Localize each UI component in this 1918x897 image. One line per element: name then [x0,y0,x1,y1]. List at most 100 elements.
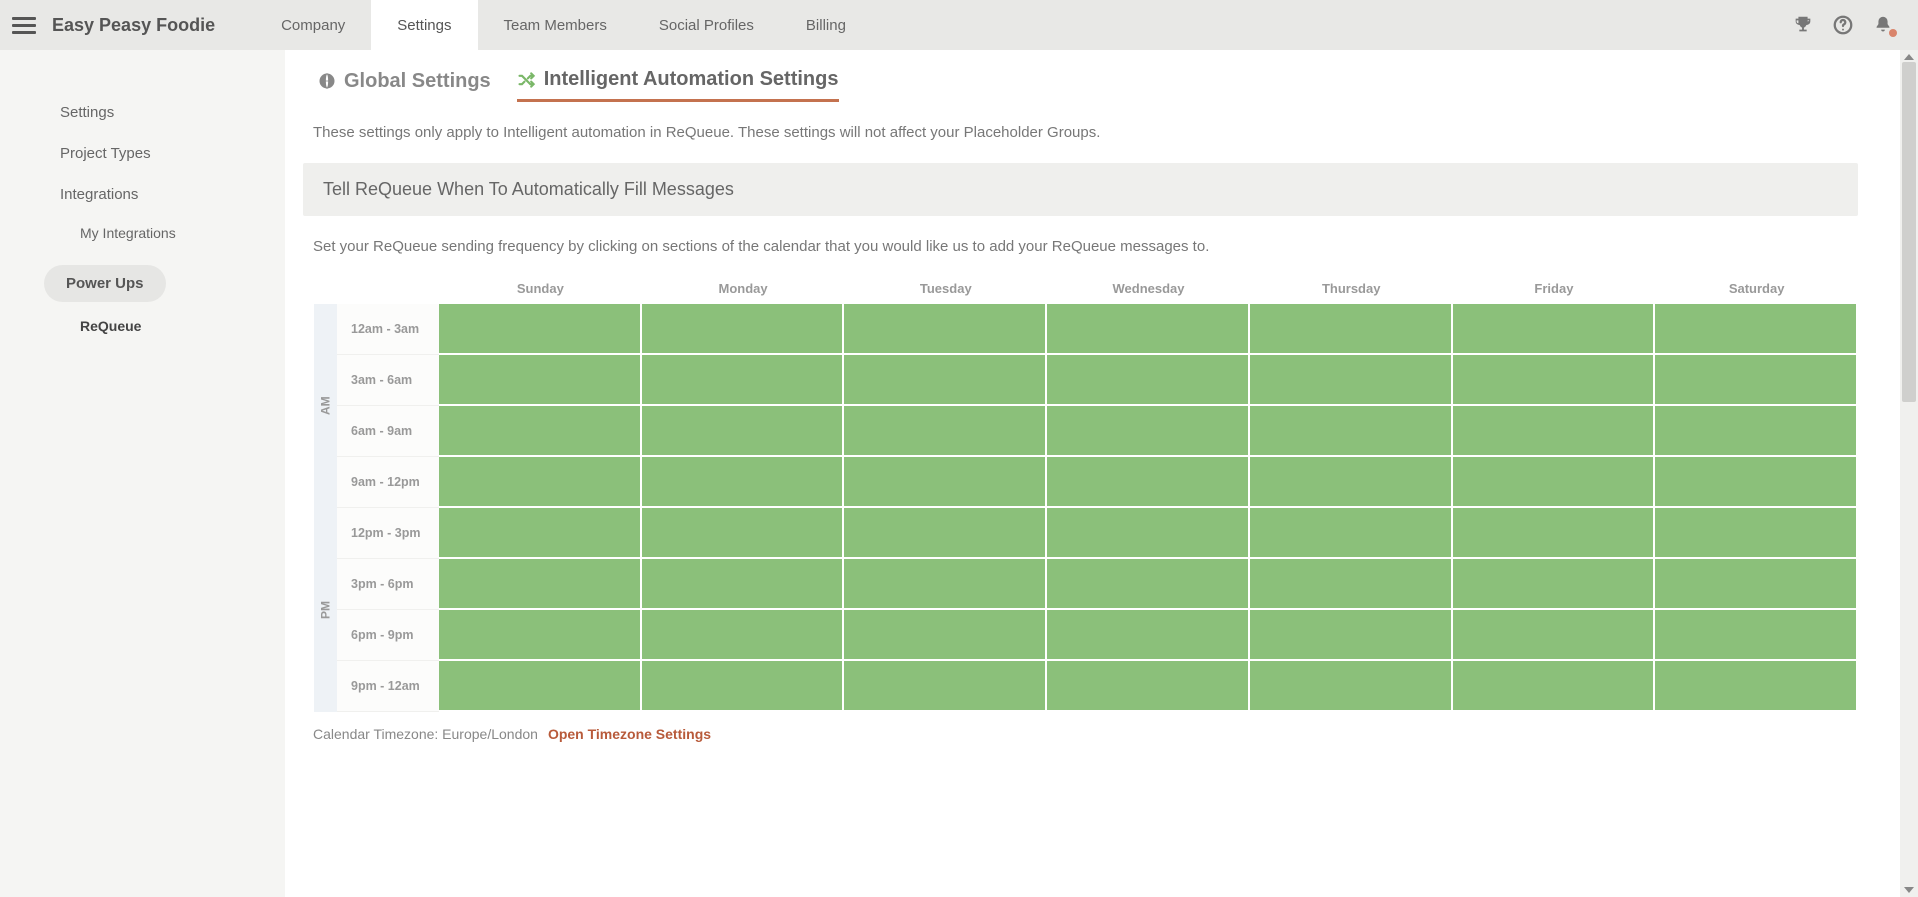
schedule-slot[interactable] [1655,406,1858,457]
schedule-slot[interactable] [1453,508,1656,559]
schedule-slot[interactable] [1047,355,1250,406]
trophy-icon[interactable] [1792,14,1814,36]
sidebar-item-project-types[interactable]: Project Types [0,133,285,174]
schedule-slot[interactable] [1250,457,1453,508]
schedule-slot[interactable] [642,661,845,712]
time-row-label: 3pm - 6pm [337,559,439,610]
schedule-slot[interactable] [439,304,642,355]
schedule-slot[interactable] [1453,457,1656,508]
globe-icon [317,71,337,91]
schedule-slot[interactable] [642,559,845,610]
nav-social-profiles[interactable]: Social Profiles [633,0,780,50]
schedule-slot[interactable] [1047,559,1250,610]
schedule-slot[interactable] [1453,661,1656,712]
schedule-slot[interactable] [642,304,845,355]
scroll-up-icon[interactable] [1904,54,1914,60]
schedule-slot[interactable] [1047,508,1250,559]
tab-global-settings[interactable]: Global Settings [317,68,491,102]
schedule-slot[interactable] [844,304,1047,355]
schedule-slot[interactable] [1250,406,1453,457]
schedule-slot[interactable] [1655,610,1858,661]
day-header: Sunday [439,281,642,296]
nav-billing[interactable]: Billing [780,0,872,50]
timezone-settings-link[interactable]: Open Timezone Settings [548,726,711,742]
schedule-slot[interactable] [844,457,1047,508]
schedule-slot[interactable] [1453,559,1656,610]
ampm-label: AM [313,304,337,508]
schedule-slot[interactable] [1250,304,1453,355]
schedule-slot[interactable] [1655,559,1858,610]
schedule-slot[interactable] [844,661,1047,712]
schedule-slot[interactable] [1250,559,1453,610]
time-row-label: 12pm - 3pm [337,508,439,559]
schedule-slot[interactable] [844,508,1047,559]
schedule-slot[interactable] [1047,304,1250,355]
sidebar-item-power-ups[interactable]: Power Ups [44,265,166,302]
top-nav: Company Settings Team Members Social Pro… [255,0,872,50]
schedule-slot[interactable] [1047,661,1250,712]
schedule-slot[interactable] [1047,406,1250,457]
section-subdescription: Set your ReQueue sending frequency by cl… [313,238,1858,255]
schedule-slot[interactable] [1453,610,1656,661]
schedule-slot[interactable] [1453,355,1656,406]
schedule-slot[interactable] [1655,304,1858,355]
schedule-slot[interactable] [1250,610,1453,661]
day-header: Saturday [1655,281,1858,296]
schedule-slot[interactable] [1047,610,1250,661]
schedule-slot[interactable] [439,610,642,661]
sidebar-item-settings[interactable]: Settings [0,92,285,133]
schedule-slot[interactable] [642,457,845,508]
schedule-slot[interactable] [1655,661,1858,712]
shuffle-icon [517,70,537,90]
hamburger-menu-icon[interactable] [12,13,36,37]
scroll-thumb[interactable] [1902,62,1916,402]
time-row-label: 12am - 3am [337,304,439,355]
ampm-label: PM [313,508,337,712]
schedule-slot[interactable] [439,457,642,508]
schedule-slot[interactable] [642,508,845,559]
tab-intelligent-label: Intelligent Automation Settings [544,68,839,91]
schedule-slot[interactable] [439,661,642,712]
sidebar-subitem-my-integrations[interactable]: My Integrations [0,215,285,251]
tab-intelligent-automation[interactable]: Intelligent Automation Settings [517,68,839,102]
schedule-slot[interactable] [1655,355,1858,406]
sidebar-subitem-requeue[interactable]: ReQueue [0,308,285,344]
schedule-slot[interactable] [1453,304,1656,355]
settings-tabs: Global Settings Intelligent Automation S… [317,68,1858,102]
nav-team-members[interactable]: Team Members [478,0,633,50]
schedule-slot[interactable] [439,508,642,559]
day-header: Friday [1453,281,1656,296]
schedule-slot[interactable] [844,355,1047,406]
schedule-slot[interactable] [844,406,1047,457]
schedule-slot[interactable] [439,355,642,406]
scroll-down-icon[interactable] [1904,887,1914,893]
schedule-slot[interactable] [1250,508,1453,559]
timezone-row: Calendar Timezone: Europe/London Open Ti… [313,726,1858,742]
schedule-slot[interactable] [439,406,642,457]
schedule-slot[interactable] [642,610,845,661]
schedule-slot[interactable] [844,559,1047,610]
sidebar-item-integrations[interactable]: Integrations [0,174,285,215]
schedule-slot[interactable] [1453,406,1656,457]
help-icon[interactable] [1832,14,1854,36]
time-row-label: 6pm - 9pm [337,610,439,661]
notification-dot [1889,29,1897,37]
bell-icon[interactable] [1872,14,1894,36]
schedule-slot[interactable] [439,559,642,610]
schedule-slot[interactable] [1250,355,1453,406]
sidebar: Settings Project Types Integrations My I… [0,50,285,897]
page-description: These settings only apply to Intelligent… [313,124,1858,141]
schedule-slot[interactable] [844,610,1047,661]
day-header: Monday [642,281,845,296]
schedule-slot[interactable] [1655,457,1858,508]
schedule-calendar: Sunday Monday Tuesday Wednesday Thursday… [313,281,1858,712]
schedule-slot[interactable] [1250,661,1453,712]
scrollbar[interactable] [1900,50,1918,897]
schedule-slot[interactable] [1047,457,1250,508]
schedule-slot[interactable] [1655,508,1858,559]
schedule-slot[interactable] [642,406,845,457]
nav-company[interactable]: Company [255,0,371,50]
app-title: Easy Peasy Foodie [52,15,215,36]
schedule-slot[interactable] [642,355,845,406]
nav-settings[interactable]: Settings [371,0,477,50]
